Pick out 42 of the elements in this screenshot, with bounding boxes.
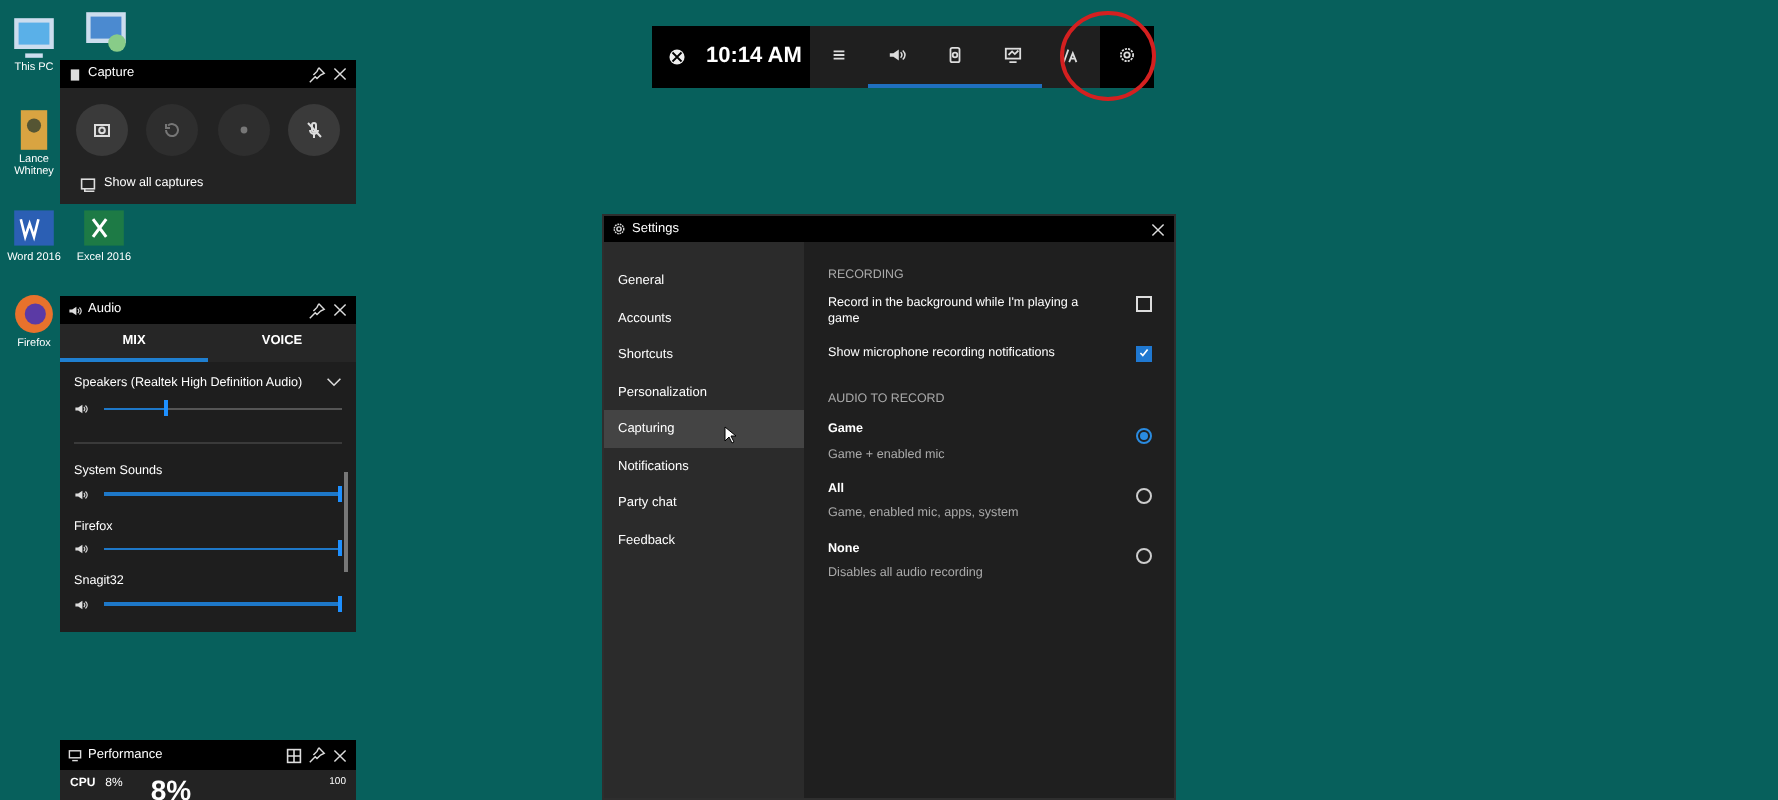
speaker-icon <box>74 542 88 557</box>
close-icon[interactable] <box>332 66 348 82</box>
capture-icon <box>946 46 964 64</box>
record-history-icon <box>162 120 183 140</box>
settings-icon <box>612 222 626 236</box>
highlight-circle <box>1058 10 1158 102</box>
radio-button[interactable] <box>1136 487 1152 504</box>
settings-button[interactable] <box>1100 26 1154 88</box>
screenshot-icon <box>92 120 112 140</box>
radio-button[interactable] <box>1136 428 1152 445</box>
close-icon[interactable] <box>1150 221 1166 237</box>
computer-icon <box>12 16 56 60</box>
close-icon[interactable] <box>332 747 348 763</box>
scrollbar[interactable] <box>344 472 347 572</box>
monitor-icon <box>1004 46 1022 64</box>
cpu-percentage: 8% <box>150 776 192 800</box>
settings-icon <box>1118 46 1136 64</box>
radio-button[interactable] <box>1136 547 1152 564</box>
pin-icon[interactable] <box>308 746 326 764</box>
speaker-icon <box>68 303 82 317</box>
chevron-down-icon[interactable] <box>326 374 342 391</box>
xbox-logo-icon <box>668 48 686 66</box>
microphone-off-button[interactable] <box>287 104 340 156</box>
pin-icon[interactable] <box>308 301 326 319</box>
gallery-icon <box>80 175 96 192</box>
speaker-icon <box>74 402 88 417</box>
clock-time: 10:14 AM <box>706 42 802 73</box>
speaker-icon <box>74 487 88 502</box>
monitor-icon <box>68 748 82 762</box>
close-icon[interactable] <box>332 302 348 318</box>
spreadsheet-app-icon <box>82 206 126 250</box>
firefox-logo-icon <box>12 292 56 336</box>
network-computer-icon <box>84 10 128 54</box>
widget-menu-icon <box>830 46 848 64</box>
mouse-pointer-icon <box>724 426 736 444</box>
pin-icon[interactable] <box>308 65 326 83</box>
screenshot-button[interactable] <box>76 104 128 156</box>
speaker-icon <box>74 597 88 611</box>
checkbox[interactable] <box>1136 345 1152 362</box>
microphone-off-icon <box>303 120 324 140</box>
speaker-icon <box>888 46 906 64</box>
word-app-icon <box>12 206 56 250</box>
